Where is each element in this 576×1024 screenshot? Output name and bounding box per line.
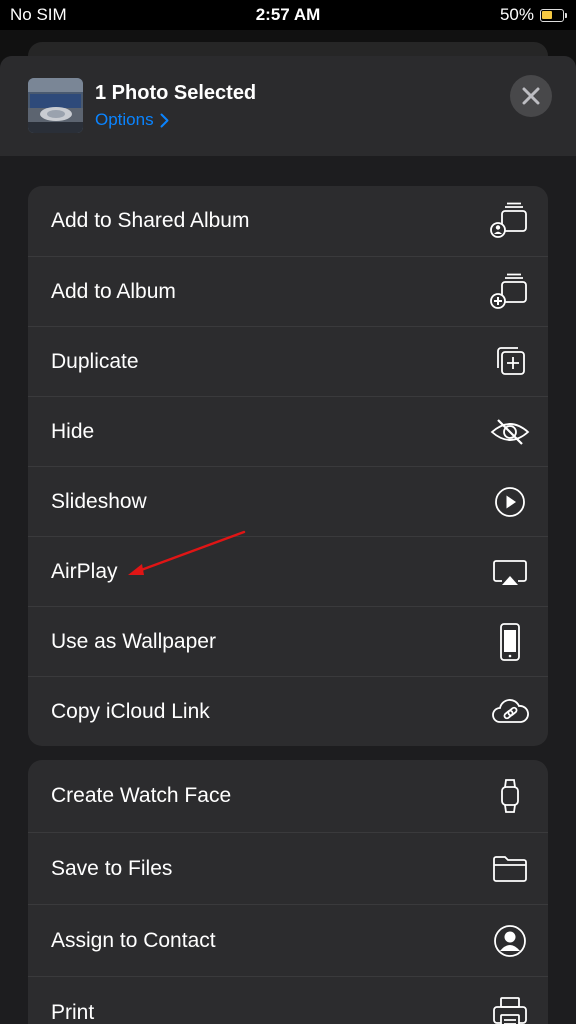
action-label: Print bbox=[51, 1000, 95, 1024]
close-button[interactable] bbox=[510, 75, 552, 117]
action-slideshow[interactable]: Slideshow bbox=[28, 466, 548, 536]
sheet-title: 1 Photo Selected bbox=[95, 82, 257, 104]
action-airplay[interactable]: AirPlay bbox=[28, 536, 548, 606]
share-sheet: 1 Photo Selected Options Add to Shared A… bbox=[0, 56, 576, 1024]
action-label: Assign to Contact bbox=[51, 928, 216, 952]
action-assign-to-contact[interactable]: Assign to Contact bbox=[28, 904, 548, 976]
options-link[interactable]: Options bbox=[95, 110, 169, 130]
action-print[interactable]: Print bbox=[28, 976, 548, 1024]
cloud-link-icon bbox=[490, 692, 530, 732]
airplay-icon bbox=[490, 552, 530, 592]
chevron-right-icon bbox=[160, 113, 169, 127]
action-add-to-album[interactable]: Add to Album bbox=[28, 256, 548, 326]
action-hide[interactable]: Hide bbox=[28, 396, 548, 466]
action-save-to-files[interactable]: Save to Files bbox=[28, 832, 548, 904]
action-label: Copy iCloud Link bbox=[51, 699, 210, 723]
action-create-watch-face[interactable]: Create Watch Face bbox=[28, 760, 548, 832]
action-label: Slideshow bbox=[51, 489, 147, 513]
clock: 2:57 AM bbox=[255, 5, 321, 24]
action-copy-icloud-link[interactable]: Copy iCloud Link bbox=[28, 676, 548, 746]
share-header: 1 Photo Selected Options bbox=[0, 56, 576, 156]
action-label: Add to Shared Album bbox=[51, 209, 250, 232]
action-label: Save to Files bbox=[51, 856, 173, 880]
action-duplicate[interactable]: Duplicate bbox=[28, 326, 548, 396]
action-add-to-shared-album[interactable]: Add to Shared Album bbox=[28, 186, 548, 256]
photo-thumbnail bbox=[28, 78, 83, 133]
battery-percent: 50% bbox=[499, 5, 534, 24]
watch-icon bbox=[490, 776, 530, 816]
shared-album-icon bbox=[490, 201, 530, 241]
person-circle-icon bbox=[490, 921, 530, 961]
action-label: Add to Album bbox=[51, 279, 176, 303]
actions-group-primary: Add to Shared Album Add to Album Duplica… bbox=[28, 186, 548, 746]
action-label: Hide bbox=[51, 419, 95, 443]
status-bar: No SIM 2:57 AM 50% bbox=[0, 0, 576, 30]
action-label: AirPlay bbox=[51, 559, 118, 583]
battery-icon bbox=[540, 8, 567, 22]
printer-icon bbox=[490, 993, 530, 1024]
options-label: Options bbox=[95, 110, 154, 129]
battery-status: 50% bbox=[499, 5, 567, 25]
action-label: Duplicate bbox=[51, 349, 139, 373]
actions-group-secondary: Create Watch Face Save to Files Assign t… bbox=[28, 760, 548, 1024]
action-label: Create Watch Face bbox=[51, 784, 232, 807]
close-icon bbox=[522, 87, 540, 105]
action-use-as-wallpaper[interactable]: Use as Wallpaper bbox=[28, 606, 548, 676]
duplicate-icon bbox=[490, 342, 530, 382]
add-album-icon bbox=[490, 272, 530, 312]
action-label: Use as Wallpaper bbox=[51, 629, 216, 653]
eye-slash-icon bbox=[490, 412, 530, 452]
battery-fill bbox=[542, 10, 552, 19]
play-circle-icon bbox=[490, 482, 530, 522]
folder-icon bbox=[490, 849, 530, 889]
phone-icon bbox=[490, 622, 530, 662]
